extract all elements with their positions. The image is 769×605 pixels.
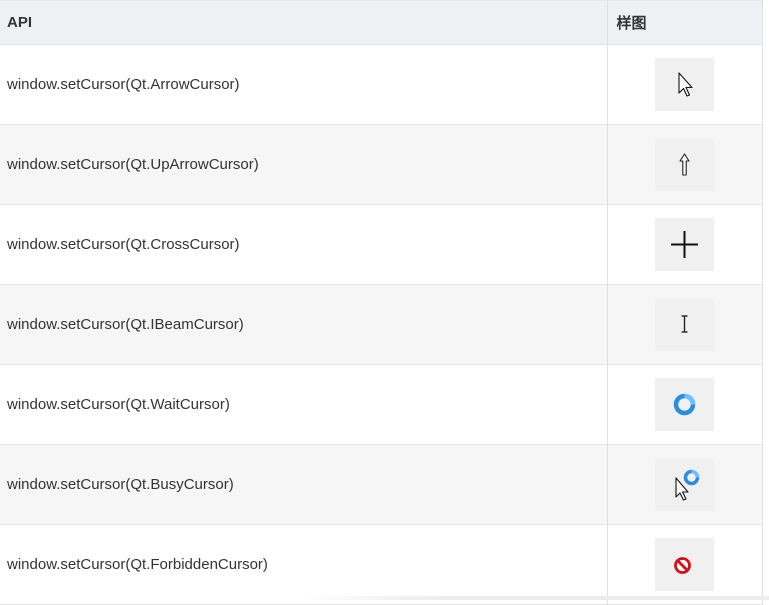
- table-row: window.setCursor(Qt.IBeamCursor): [0, 284, 763, 365]
- table-row: window.setCursor(Qt.BusyCursor): [0, 444, 763, 525]
- busy-cursor-icon: [675, 469, 700, 501]
- wait-cursor-icon: [673, 393, 696, 416]
- api-cell: window.setCursor(Qt.IBeamCursor): [0, 284, 607, 365]
- table-row: window.setCursor(Qt.CrossCursor): [0, 204, 763, 285]
- api-cell: window.setCursor(Qt.ArrowCursor): [0, 44, 607, 125]
- arrow-cursor-icon: [678, 72, 693, 97]
- column-header-sample: 样图: [606, 0, 763, 45]
- sample-cell: [606, 364, 763, 445]
- sample-image: [655, 458, 714, 511]
- api-cell: window.setCursor(Qt.WaitCursor): [0, 364, 607, 445]
- sample-cell: [606, 204, 763, 285]
- api-cell: window.setCursor(Qt.BusyCursor): [0, 444, 607, 525]
- table-header-row: API 样图: [0, 0, 763, 45]
- sample-image: [655, 138, 714, 191]
- table-row: window.setCursor(Qt.ForbiddenCursor): [0, 524, 763, 605]
- cursor-table: API 样图 window.setCursor(Qt.ArrowCursor) …: [0, 0, 763, 605]
- api-cell: window.setCursor(Qt.ForbiddenCursor): [0, 524, 607, 605]
- table-row: window.setCursor(Qt.WaitCursor): [0, 364, 763, 445]
- sample-image: [655, 378, 714, 431]
- column-header-api: API: [0, 0, 607, 45]
- sample-cell: [606, 444, 763, 525]
- sample-image: [655, 538, 714, 591]
- bottom-shadow: [300, 596, 769, 600]
- table-row: window.setCursor(Qt.UpArrowCursor): [0, 124, 763, 205]
- sample-cell: [606, 124, 763, 205]
- api-cell: window.setCursor(Qt.UpArrowCursor): [0, 124, 607, 205]
- ibeam-cursor-icon: [681, 315, 688, 333]
- sample-cell: [606, 284, 763, 365]
- sample-cell: [606, 44, 763, 125]
- sample-image: [655, 58, 714, 111]
- forbidden-cursor-icon: [674, 557, 691, 574]
- up-arrow-cursor-icon: [679, 153, 690, 176]
- api-cell: window.setCursor(Qt.CrossCursor): [0, 204, 607, 285]
- sample-cell: [606, 524, 763, 605]
- sample-image: [655, 298, 714, 351]
- table-row: window.setCursor(Qt.ArrowCursor): [0, 44, 763, 125]
- sample-image: [655, 218, 714, 271]
- cross-cursor-icon: [671, 231, 698, 258]
